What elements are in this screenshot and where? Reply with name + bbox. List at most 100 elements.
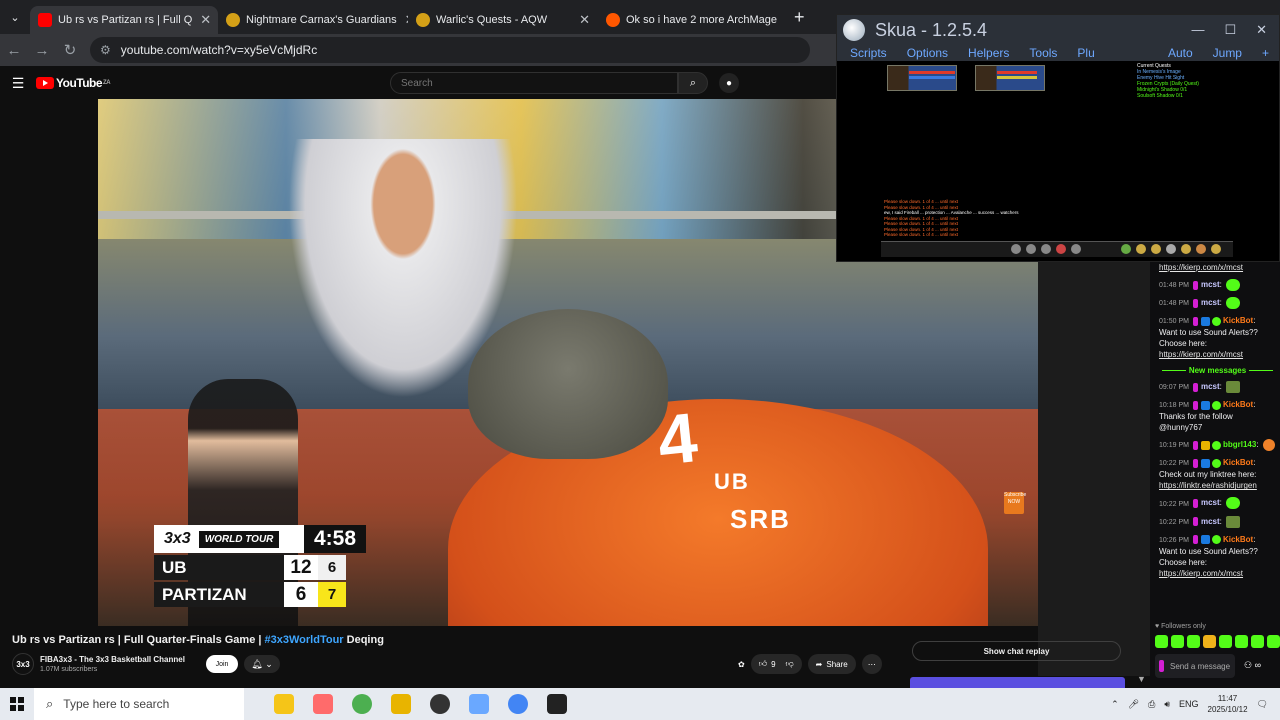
menu-add[interactable]: + (1262, 46, 1269, 60)
emote-icon[interactable] (1187, 635, 1200, 648)
skill-slot-icon[interactable] (1041, 244, 1051, 254)
volume-icon[interactable]: 🔊︎ (1164, 699, 1170, 710)
message-link[interactable]: https://kierp.com/x/mcst (1159, 349, 1276, 360)
network-icon[interactable]: ⎙ (1148, 699, 1155, 710)
tab-search-icon[interactable]: ⌄ (0, 0, 30, 34)
game-viewport[interactable]: Current Quests In Nemesis's Image Enemy Hi… (837, 61, 1279, 261)
collapse-arrow-icon[interactable]: ▼ (1137, 674, 1146, 684)
back-arrow-icon[interactable]: ← (0, 42, 28, 59)
close-icon[interactable]: ✕ (1256, 22, 1267, 38)
taskbar-app-icon[interactable] (352, 694, 372, 714)
tab-youtube[interactable]: Ub rs vs Partizan rs | Full Q ✕ (30, 6, 218, 34)
chat-username[interactable]: bbgrl143 (1223, 440, 1256, 449)
channel-avatar[interactable]: 3x3 (12, 653, 34, 675)
url-bar[interactable]: ⚙ youtube.com/watch?v=xy5eVcMjdRc (90, 37, 810, 63)
menu-slot-icon[interactable] (1121, 244, 1131, 254)
system-clock[interactable]: 11:47 2025/10/12 (1208, 693, 1248, 715)
skill-slot-icon[interactable] (1011, 244, 1021, 254)
tab-warlics-quests[interactable]: Warlic's Quests - AQW ✕ (408, 6, 598, 34)
menu-icon[interactable]: ☰ (0, 75, 36, 92)
chat-link[interactable]: https://kierp.com/x/mcst (1159, 262, 1276, 273)
new-tab-button[interactable]: + (794, 7, 805, 28)
share-icon: ➦ (815, 659, 823, 669)
menu-plugins[interactable]: Plu (1077, 46, 1094, 60)
close-tab-icon[interactable]: ✕ (192, 12, 211, 28)
emote-icon[interactable] (1267, 635, 1280, 648)
menu-scripts[interactable]: Scripts (850, 46, 887, 60)
taskbar-search-box[interactable]: ⌕ Type here to search (34, 688, 244, 720)
reload-icon[interactable]: ↻ (56, 41, 84, 59)
close-tab-icon[interactable]: ✕ (777, 12, 786, 28)
menu-slot-icon[interactable] (1181, 244, 1191, 254)
chat-message-input[interactable]: Send a message (1155, 654, 1235, 678)
taskbar-app-icon[interactable] (508, 694, 528, 714)
skill-slot-icon[interactable] (1056, 244, 1066, 254)
hashtag-link[interactable]: #3x3WorldTour (265, 634, 344, 646)
search-input[interactable] (390, 72, 678, 94)
message-link[interactable]: https://kierp.com/x/mcst (1159, 568, 1276, 579)
youtube-logo[interactable]: YouTube ZA (36, 76, 111, 90)
chat-username[interactable]: KickBot (1223, 316, 1253, 325)
emote-icon[interactable] (1155, 635, 1168, 648)
emote-icon[interactable] (1251, 635, 1264, 648)
tab-reddit[interactable]: Ok so i have 2 more ArchMage ✕ (598, 6, 786, 34)
chat-username[interactable]: mcst (1201, 499, 1220, 508)
menu-slot-icon[interactable] (1196, 244, 1206, 254)
tab-nightmare-carnax[interactable]: Nightmare Carnax's Guardians ✕ (218, 6, 408, 34)
subscribe-now-badge[interactable]: Subscribe NOW (1004, 492, 1026, 514)
emote-icon[interactable] (1171, 635, 1184, 648)
taskbar-app-icon[interactable] (547, 694, 567, 714)
skill-slot-icon[interactable] (1071, 244, 1081, 254)
message-link[interactable]: https://linktr.ee/rashidjurgen (1159, 480, 1276, 491)
menu-slot-icon[interactable] (1151, 244, 1161, 254)
join-button[interactable]: Join (206, 655, 238, 673)
channel-name[interactable]: FIBA3x3 - The 3x3 Basketball Channel (40, 655, 185, 664)
like-button[interactable]: 👍︎ 9 👎︎ (750, 654, 802, 674)
taskbar-app-icon[interactable] (391, 694, 411, 714)
menu-jump[interactable]: Jump (1213, 46, 1242, 60)
menu-tools[interactable]: Tools (1029, 46, 1057, 60)
forward-arrow-icon[interactable]: → (28, 42, 56, 59)
minimize-icon[interactable]: — (1191, 22, 1204, 38)
chat-username[interactable]: mcst (1201, 517, 1220, 526)
chat-username[interactable]: mcst (1201, 280, 1220, 289)
emote-icon[interactable] (1203, 635, 1216, 648)
chat-username[interactable]: KickBot (1223, 458, 1253, 467)
chat-username[interactable]: KickBot (1223, 400, 1253, 409)
skill-slot-icon[interactable] (1026, 244, 1036, 254)
show-chat-replay-button[interactable]: Show chat replay (912, 641, 1121, 661)
share-button[interactable]: ➦ Share (807, 654, 856, 674)
chat-username[interactable]: mcst (1201, 382, 1220, 391)
chevron-up-icon[interactable]: ⌃ (1111, 699, 1119, 710)
taskbar-app-icon[interactable] (430, 694, 450, 714)
search-icon[interactable]: ⌕ (678, 72, 708, 94)
site-info-icon[interactable]: ⚙ (100, 43, 111, 57)
notification-icon[interactable]: 🗨︎ (1257, 699, 1268, 710)
thumbs-down-icon[interactable]: 👎︎ (786, 659, 794, 669)
menu-slot-icon[interactable] (1166, 244, 1176, 254)
windows-start-button[interactable] (0, 697, 34, 711)
notification-bell-button[interactable]: 🔔︎ ⌄ (244, 655, 280, 673)
menu-helpers[interactable]: Helpers (968, 46, 1009, 60)
close-tab-icon[interactable]: ✕ (571, 12, 590, 28)
menu-options[interactable]: Options (907, 46, 948, 60)
microphone-icon[interactable]: 🎤︎ (1128, 699, 1139, 710)
taskbar-app-icon[interactable] (469, 694, 489, 714)
chat-username[interactable]: KickBot (1223, 535, 1253, 544)
taskbar-app-icon[interactable] (274, 694, 294, 714)
menu-auto[interactable]: Auto (1168, 46, 1193, 60)
close-tab-icon[interactable]: ✕ (397, 12, 408, 28)
maximize-icon[interactable]: ☐ (1224, 22, 1236, 38)
emote-icon[interactable] (1235, 635, 1248, 648)
chat-settings-icon[interactable]: ⚇ ∞ (1244, 660, 1261, 671)
chat-username[interactable]: mcst (1201, 298, 1220, 307)
more-options-icon[interactable]: ⋯ (861, 654, 882, 674)
skua-title-bar[interactable]: Skua - 1.2.5.4 — ☐ ✕ (837, 15, 1279, 45)
taskbar-app-icon[interactable] (313, 694, 333, 714)
emote-icon[interactable] (1219, 635, 1232, 648)
language-indicator[interactable]: ENG (1179, 699, 1199, 709)
microphone-icon[interactable]: ● (719, 73, 739, 93)
menu-slot-icon[interactable] (1211, 244, 1221, 254)
menu-slot-icon[interactable] (1136, 244, 1146, 254)
gear-icon[interactable]: ✿ (738, 654, 745, 674)
